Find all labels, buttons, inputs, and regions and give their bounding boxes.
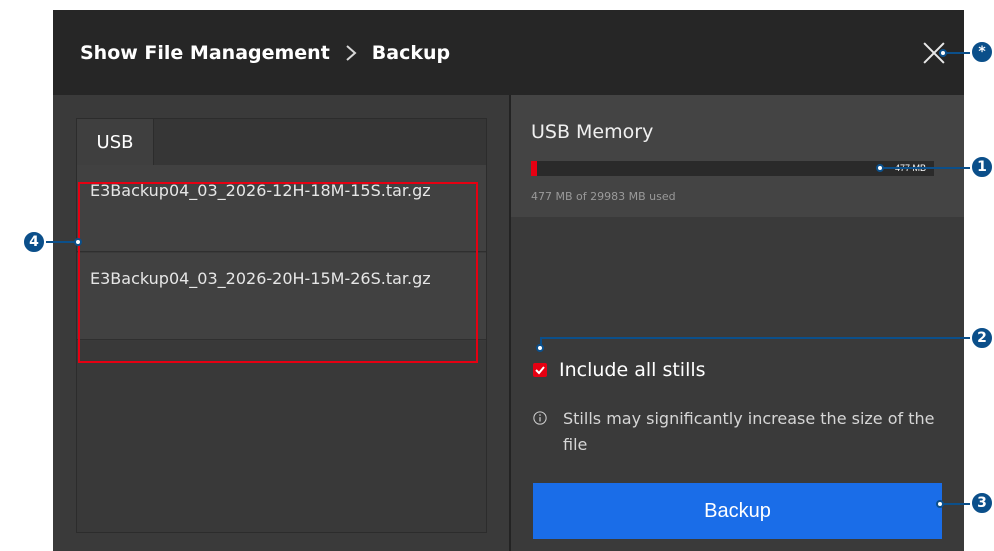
callout-3-badge: 3 (970, 491, 994, 515)
include-stills-option[interactable]: Include all stills (533, 359, 706, 381)
usb-memory-section: USB Memory 477 MB 477 MB of 29983 MB use… (511, 95, 964, 217)
file-list-panel: USB E3Backup04_03_2026-12H-18M-15S.tar.g… (53, 95, 509, 551)
backup-button[interactable]: Backup (533, 483, 942, 539)
callout-4-lead-dot (74, 238, 82, 246)
breadcrumb-root[interactable]: Show File Management (80, 42, 330, 64)
info-icon (533, 411, 547, 425)
file-list-item[interactable]: E3Backup04_03_2026-20H-15M-26S.tar.gz (77, 253, 486, 340)
tab-strip (154, 119, 486, 166)
file-list: E3Backup04_03_2026-12H-18M-15S.tar.gz E3… (77, 165, 487, 532)
callout-star-lead (946, 52, 970, 54)
callout-4-badge: 4 (22, 230, 46, 254)
callout-star-badge: * (970, 40, 994, 64)
breadcrumb: Show File Management Backup (80, 10, 450, 95)
callout-2-lead (540, 337, 970, 346)
checkmark-icon (535, 366, 545, 375)
usb-usage-bar: 477 MB (531, 161, 934, 176)
dialog-header: Show File Management Backup (53, 10, 964, 95)
usb-usage-fill (531, 161, 538, 176)
file-list-item[interactable]: E3Backup04_03_2026-12H-18M-15S.tar.gz (77, 165, 486, 252)
include-stills-checkbox[interactable] (533, 363, 547, 377)
callout-1-badge: 1 (970, 155, 994, 179)
breadcrumb-current: Backup (371, 41, 451, 64)
file-list-empty-area (77, 341, 486, 532)
backup-options-panel: USB Memory 477 MB 477 MB of 29983 MB use… (511, 95, 964, 551)
backup-dialog: Show File Management Backup USB E3Backup… (53, 10, 964, 551)
usb-usage-text: 477 MB of 29983 MB used (531, 190, 676, 203)
usb-memory-title: USB Memory (531, 121, 654, 143)
file-browser: USB E3Backup04_03_2026-12H-18M-15S.tar.g… (76, 118, 487, 533)
callout-3-lead (943, 503, 970, 505)
callout-2-badge: 2 (970, 326, 994, 350)
include-stills-label: Include all stills (559, 359, 706, 381)
tab-usb[interactable]: USB (77, 119, 154, 165)
callout-4-lead (46, 241, 76, 243)
callout-1-lead (883, 167, 970, 169)
chevron-right-icon (344, 42, 358, 64)
stills-info-text: Stills may significantly increase the si… (563, 409, 935, 454)
